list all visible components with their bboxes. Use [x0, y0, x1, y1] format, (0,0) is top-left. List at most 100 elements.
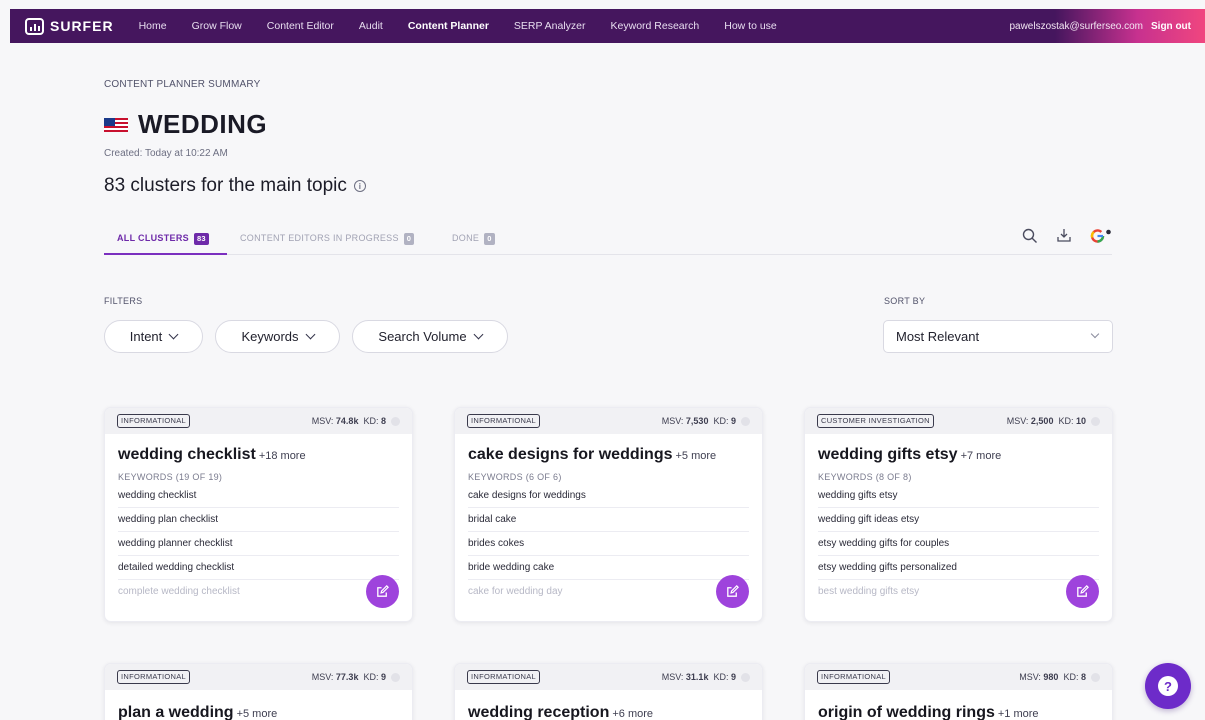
- search-icon[interactable]: [1022, 228, 1038, 244]
- nav-link-grow-flow[interactable]: Grow Flow: [192, 20, 242, 32]
- card-title-text: cake designs for weddings: [468, 446, 673, 463]
- tab-all-clusters-count: 83: [193, 233, 209, 245]
- search-volume-filter-label: Search Volume: [378, 329, 467, 344]
- nav-link-home[interactable]: Home: [139, 20, 167, 32]
- kd-label: KD:: [363, 672, 379, 682]
- card-header: CUSTOMER INVESTIGATION MSV: 2,500 KD: 10: [805, 408, 1112, 434]
- intent-badge: INFORMATIONAL: [467, 670, 541, 684]
- help-button[interactable]: ?: [1145, 663, 1191, 709]
- keyword-item: wedding gift ideas etsy: [818, 508, 1099, 532]
- search-volume-filter[interactable]: Search Volume: [352, 320, 508, 353]
- nav-link-audit[interactable]: Audit: [359, 20, 383, 32]
- kd-value: 9: [730, 416, 736, 426]
- kd-label: KD:: [1058, 416, 1074, 426]
- tab-done-label: DONE: [452, 233, 480, 243]
- chevron-down-icon: [305, 329, 315, 340]
- card-header: INFORMATIONAL MSV: 7,530 KD: 9: [455, 408, 762, 434]
- cluster-card[interactable]: INFORMATIONAL MSV: 77.3k KD: 9 plan a we…: [104, 663, 413, 720]
- more-keywords-count: +5 more: [236, 708, 278, 720]
- card-title-text: wedding reception: [468, 704, 610, 720]
- keyword-item: complete wedding checklist: [118, 586, 240, 597]
- chevron-down-icon: [168, 329, 179, 340]
- card-title[interactable]: wedding gifts etsy +7 more: [805, 434, 1112, 464]
- keywords-filter[interactable]: Keywords: [215, 320, 340, 353]
- kd-indicator-icon: [391, 672, 400, 682]
- tab-actions: [1022, 228, 1112, 244]
- msv-label: MSV:: [661, 416, 684, 426]
- nav-link-content-planner[interactable]: Content Planner: [408, 20, 489, 32]
- surfer-logo[interactable]: SURFER: [25, 17, 114, 35]
- card-title[interactable]: plan a wedding +5 more: [105, 690, 412, 720]
- help-icon: ?: [1158, 676, 1178, 696]
- tab-done[interactable]: DONE 0: [452, 226, 495, 255]
- kd-value: 9: [380, 672, 386, 682]
- tab-all-clusters-label: ALL CLUSTERS: [117, 233, 189, 243]
- nav-links: Home Grow Flow Content Editor Audit Cont…: [139, 20, 802, 32]
- nav-link-serp-analyzer[interactable]: SERP Analyzer: [514, 20, 586, 32]
- kd-label: KD:: [713, 672, 729, 682]
- card-title[interactable]: origin of wedding rings +1 more: [805, 690, 1112, 720]
- summary-label: CONTENT PLANNER SUMMARY: [104, 79, 261, 90]
- clusters-count-text: 83 clusters for the main topic: [104, 175, 347, 196]
- kd-label: KD:: [363, 416, 379, 426]
- kd-value: 9: [730, 672, 736, 682]
- filters-label: FILTERS: [104, 296, 143, 306]
- intent-badge: CUSTOMER INVESTIGATION: [817, 414, 934, 428]
- card-title[interactable]: wedding checklist +18 more: [105, 434, 412, 464]
- edit-button[interactable]: [366, 575, 399, 608]
- cluster-card[interactable]: CUSTOMER INVESTIGATION MSV: 2,500 KD: 10…: [804, 407, 1113, 622]
- msv-value: 7,530: [685, 416, 709, 426]
- edit-button[interactable]: [716, 575, 749, 608]
- msv-value: 980: [1043, 672, 1059, 682]
- keyword-item: wedding checklist: [118, 484, 399, 508]
- keywords-heading: KEYWORDS (6 OF 6): [468, 472, 562, 482]
- card-title[interactable]: cake designs for weddings +5 more: [455, 434, 762, 464]
- nav-link-keyword-research[interactable]: Keyword Research: [611, 20, 700, 32]
- keyword-item: cake designs for weddings: [468, 484, 749, 508]
- card-metrics: MSV: 77.3k KD: 9: [312, 672, 400, 682]
- info-icon[interactable]: i: [353, 180, 366, 192]
- msv-label: MSV:: [311, 416, 334, 426]
- keyword-item: best wedding gifts etsy: [818, 586, 920, 597]
- chevron-down-icon: [1090, 329, 1100, 339]
- sort-select[interactable]: Most Relevant: [883, 320, 1113, 353]
- edit-icon: [727, 585, 739, 597]
- tab-in-progress-label: CONTENT EDITORS IN PROGRESS: [240, 233, 399, 243]
- brand-name: SURFER: [50, 18, 114, 34]
- tab-content-editors-in-progress[interactable]: CONTENT EDITORS IN PROGRESS 0: [240, 226, 415, 255]
- nav-link-content-editor[interactable]: Content Editor: [267, 20, 334, 32]
- card-metrics: MSV: 31.1k KD: 9: [662, 672, 750, 682]
- keyword-item: detailed wedding checklist: [118, 556, 399, 580]
- cluster-card[interactable]: INFORMATIONAL MSV: 74.8k KD: 8 wedding c…: [104, 407, 413, 622]
- card-title[interactable]: wedding reception +6 more: [455, 690, 762, 720]
- kd-indicator-icon: [741, 672, 750, 682]
- kd-indicator-icon: [1091, 672, 1100, 682]
- keyword-item: bride wedding cake: [468, 556, 749, 580]
- keyword-item: wedding plan checklist: [118, 508, 399, 532]
- cluster-card[interactable]: INFORMATIONAL MSV: 980 KD: 8 origin of w…: [804, 663, 1113, 720]
- keyword-item: bridal cake: [468, 508, 749, 532]
- sign-out-link[interactable]: Sign out: [1151, 21, 1191, 32]
- card-header: INFORMATIONAL MSV: 980 KD: 8: [805, 664, 1112, 690]
- msv-value: 31.1k: [685, 672, 709, 682]
- intent-filter[interactable]: Intent: [104, 320, 203, 353]
- tab-in-progress-count: 0: [403, 233, 415, 245]
- cluster-card[interactable]: INFORMATIONAL MSV: 31.1k KD: 9 wedding r…: [454, 663, 763, 720]
- sort-select-value: Most Relevant: [896, 329, 980, 344]
- card-metrics: MSV: 980 KD: 8: [1019, 672, 1100, 682]
- msv-value: 2,500: [1030, 416, 1054, 426]
- kd-indicator-icon: [741, 416, 750, 426]
- edit-button[interactable]: [1066, 575, 1099, 608]
- google-icon[interactable]: [1090, 228, 1112, 244]
- tab-all-clusters[interactable]: ALL CLUSTERS 83: [104, 226, 227, 255]
- nav-link-how-to-use[interactable]: How to use: [724, 20, 777, 32]
- user-email: pawelszostak@surferseo.com: [1009, 20, 1143, 32]
- keywords-heading: KEYWORDS (19 OF 19): [118, 472, 223, 482]
- msv-label: MSV:: [311, 672, 334, 682]
- more-keywords-count: +18 more: [258, 450, 306, 462]
- more-keywords-count: +5 more: [675, 450, 717, 462]
- cluster-card[interactable]: INFORMATIONAL MSV: 7,530 KD: 9 cake desi…: [454, 407, 763, 622]
- card-header: INFORMATIONAL MSV: 74.8k KD: 8: [105, 408, 412, 434]
- download-icon[interactable]: [1056, 228, 1072, 244]
- keyword-item: cake for wedding day: [468, 586, 563, 597]
